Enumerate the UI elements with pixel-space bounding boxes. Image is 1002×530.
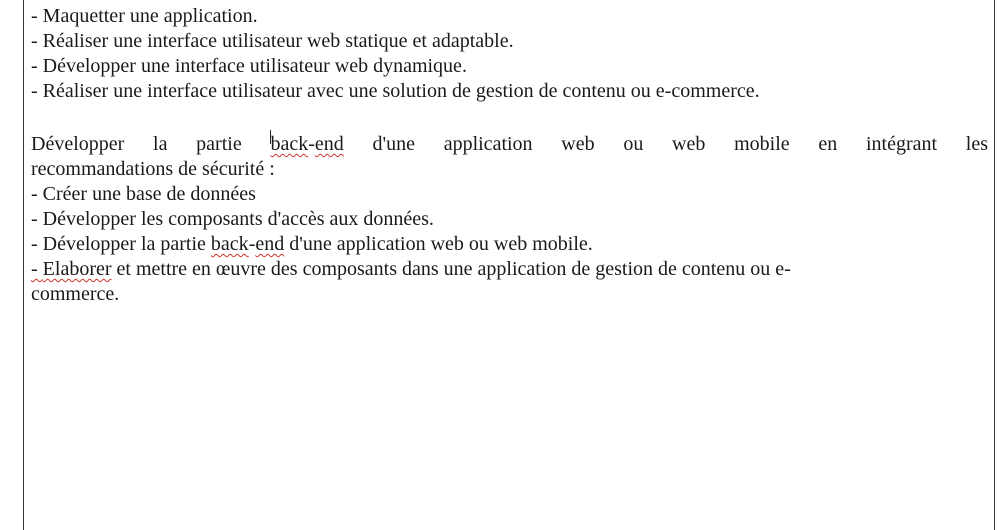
spellcheck-word: Elaborer — [42, 258, 112, 280]
list-item: - Réaliser une interface utilisateur web… — [31, 30, 514, 52]
spellcheck-word: back — [270, 133, 309, 155]
text-cursor — [270, 130, 272, 144]
paragraph-text: Développer la partie — [31, 133, 271, 155]
paragraph-text: d'une application web ou web mobile en i… — [343, 133, 988, 155]
list-text: d'une application web ou web mobile. — [284, 233, 593, 255]
spellcheck-word: back — [210, 233, 249, 255]
spellcheck-word: end — [314, 133, 344, 155]
hyphen: - — [308, 133, 315, 155]
document-page: - Maquetter une application. - Réaliser … — [0, 0, 1002, 530]
document-body[interactable]: - Maquetter une application. - Réaliser … — [31, 4, 988, 307]
list-item: - Développer la partie back-end d'une ap… — [31, 232, 988, 257]
list-item: - Développer une interface utilisateur w… — [31, 55, 467, 77]
list-text: et mettre en œuvre des composants dans u… — [111, 258, 791, 280]
list-text: - Développer la partie — [31, 233, 211, 255]
list-item: - Développer les composants d'accès aux … — [31, 208, 434, 230]
list-item: - Réaliser une interface utilisateur ave… — [31, 80, 760, 102]
list-item: - Elaborer et mettre en œuvre des compos… — [31, 257, 988, 282]
list-item: - Maquetter une application. — [31, 5, 258, 27]
list-item-continuation: commerce. — [31, 283, 120, 305]
paragraph-line: Développer la partie back-end d'une appl… — [31, 130, 988, 157]
list-text: - — [31, 258, 43, 280]
spellcheck-word: end — [255, 233, 285, 255]
paragraph-line: recommandations de sécurité : — [31, 158, 275, 180]
list-item: - Créer une base de données — [31, 183, 256, 205]
